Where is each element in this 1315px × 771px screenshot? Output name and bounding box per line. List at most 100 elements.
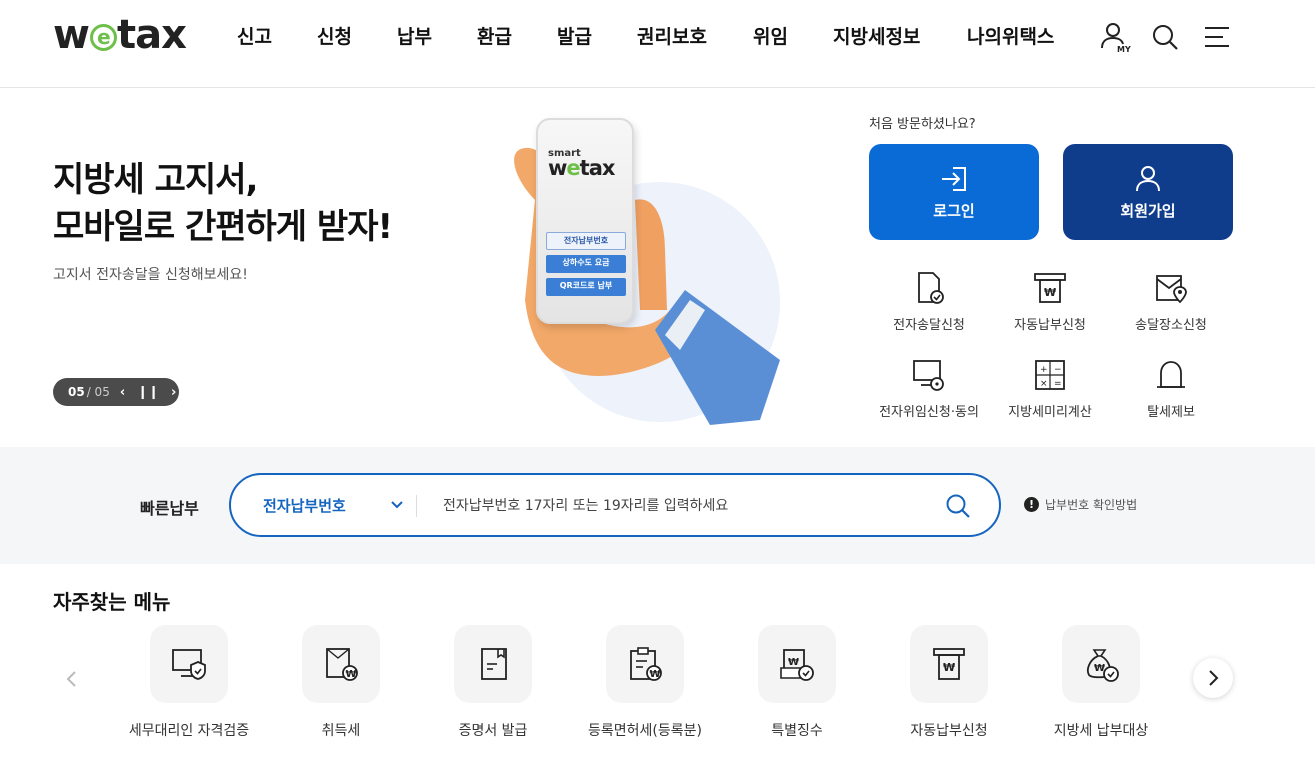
- fast-pay-label: 빠른납부: [140, 499, 199, 518]
- quick-label: 탈세제보: [1147, 405, 1195, 420]
- freq-special-collection[interactable]: ₩ 특별징수: [722, 625, 872, 740]
- login-icon: [942, 166, 966, 191]
- pager-pause-icon[interactable]: ❙❙: [137, 385, 159, 400]
- nav-item-issue[interactable]: 발급: [557, 22, 592, 49]
- quick-label: 자동납부신청: [1014, 318, 1086, 333]
- phone-brand-w: w: [548, 156, 567, 180]
- quick-electronic-delivery[interactable]: 전자송달신청: [869, 270, 989, 333]
- my-user-icon[interactable]: MY: [1099, 20, 1133, 58]
- phone-illustration: smart wetax 전자납부번호 상하수도 요금 QR코드로 납부: [536, 118, 634, 324]
- freq-label: 증명서 발급: [458, 723, 528, 739]
- chevron-left-icon: [66, 671, 76, 687]
- freq-label: 세무대리인 자격검증: [128, 723, 250, 739]
- phone-btn-water-fee: 상하수도 요금: [546, 255, 626, 273]
- freq-tax-agent-verify[interactable]: 세무대리인 자격검증: [114, 625, 264, 740]
- freq-icon-box: [150, 625, 228, 703]
- svg-text:₩: ₩: [346, 669, 357, 680]
- pay-type-select[interactable]: 전자납부번호: [263, 495, 346, 516]
- search-icon[interactable]: [1151, 23, 1179, 55]
- svg-text:₩: ₩: [650, 669, 661, 680]
- chevron-down-icon[interactable]: [389, 497, 405, 513]
- freq-icon-box: ₩: [758, 625, 836, 703]
- nav-item-report[interactable]: 신고: [237, 22, 272, 49]
- phone-brand-tax: tax: [579, 156, 616, 180]
- pager-prev-icon[interactable]: ‹: [120, 385, 125, 400]
- quick-electronic-delegation[interactable]: 전자위임신청·동의: [869, 357, 989, 420]
- nav-item-rights[interactable]: 권리보호: [637, 22, 707, 49]
- svg-text:+: +: [1040, 365, 1048, 375]
- nav-item-local-tax-info[interactable]: 지방세정보: [833, 22, 920, 49]
- quick-label: 지방세미리계산: [1008, 405, 1092, 420]
- payment-number-input[interactable]: [443, 491, 923, 521]
- freq-icon-box: [454, 625, 532, 703]
- carousel-next-button[interactable]: [1193, 658, 1233, 698]
- special-collection-icon: ₩: [780, 649, 814, 681]
- pager-total: / 05: [86, 385, 110, 399]
- freq-label: 특별징수: [771, 723, 823, 739]
- nav-item-refund[interactable]: 환급: [477, 22, 512, 49]
- money-bag-icon: ₩: [1086, 649, 1119, 682]
- carousel-prev-button[interactable]: [55, 662, 89, 696]
- login-label: 로그인: [933, 201, 975, 220]
- hero-title-line2: 모바일로 간편하게 받자!: [53, 207, 393, 247]
- freq-registration-tax[interactable]: ₩ 등록면허세(등록분): [570, 625, 720, 740]
- quick-auto-pay[interactable]: ₩ 자동납부신청: [990, 270, 1110, 333]
- person-icon: [1136, 165, 1160, 191]
- mail-location-icon: [1156, 275, 1187, 304]
- quick-tax-calculator[interactable]: + − × = 지방세미리계산: [990, 357, 1110, 420]
- nav-item-my-wetax[interactable]: 나의위택스: [967, 22, 1054, 49]
- freq-certificate-issue[interactable]: 증명서 발급: [418, 625, 568, 740]
- help-text: 납부번호 확인방법: [1045, 498, 1138, 512]
- hero-subtitle: 고지서 전자송달을 신청해보세요!: [53, 267, 248, 283]
- site-header: w e tax 신고 신청 납부 환급 발급 권리보호 위임 지방세정보 나의위택스…: [0, 0, 1315, 88]
- auto-pay-icon: ₩: [933, 648, 965, 680]
- pager-next-icon[interactable]: ›: [171, 385, 176, 400]
- svg-text:×: ×: [1040, 379, 1048, 389]
- nav-item-apply[interactable]: 신청: [317, 22, 352, 49]
- hero-title: 지방세 고지서, 모바일로 간편하게 받자!: [53, 157, 393, 251]
- banner-pager: 05 / 05 ‹ ❙❙ ›: [53, 378, 179, 406]
- phone-brand: wetax: [548, 156, 616, 180]
- signup-label: 회원가입: [1120, 201, 1176, 220]
- freq-label: 취득세: [321, 723, 361, 739]
- nav-item-payment[interactable]: 납부: [397, 22, 432, 49]
- quick-label: 전자송달신청: [893, 318, 965, 333]
- nav-item-delegation[interactable]: 위임: [753, 22, 788, 49]
- svg-text:=: =: [1054, 379, 1062, 389]
- freq-icon-box: ₩: [1062, 625, 1140, 703]
- monitor-shield-icon: [172, 649, 206, 680]
- document-check-icon: [918, 272, 944, 304]
- pager-current: 05: [68, 385, 85, 399]
- payment-number-help[interactable]: ! 납부번호 확인방법: [1024, 496, 1137, 513]
- login-button[interactable]: 로그인: [869, 144, 1039, 240]
- fast-pay-search-box: 전자납부번호: [229, 473, 1001, 537]
- freq-local-tax-targets[interactable]: ₩ 지방세 납부대상: [1026, 625, 1176, 740]
- frequent-menu-title: 자주찾는 메뉴: [53, 590, 171, 614]
- info-icon: !: [1024, 497, 1039, 512]
- freq-label: 등록면허세(등록분): [588, 723, 702, 739]
- signup-button[interactable]: 회원가입: [1063, 144, 1233, 240]
- phone-btn-qr-pay: QR코드로 납부: [546, 278, 626, 296]
- freq-label: 자동납부신청: [910, 723, 988, 739]
- menu-icon[interactable]: [1203, 25, 1231, 55]
- freq-icon-box: ₩: [302, 625, 380, 703]
- svg-text:₩: ₩: [1044, 286, 1056, 299]
- registration-tax-icon: ₩: [630, 647, 662, 681]
- freq-label: 지방세 납부대상: [1053, 723, 1149, 739]
- svg-text:−: −: [1054, 365, 1062, 375]
- freq-icon-box: ₩: [606, 625, 684, 703]
- certificate-icon: [481, 648, 507, 680]
- wetax-logo[interactable]: w e tax: [53, 12, 187, 58]
- first-visit-text: 처음 방문하셨나요?: [869, 117, 976, 132]
- freq-auto-pay[interactable]: ₩ 자동납부신청: [874, 625, 1024, 740]
- search-icon[interactable]: [945, 493, 971, 519]
- phone-btn-epay-number: 전자납부번호: [546, 232, 626, 250]
- freq-acquisition-tax[interactable]: ₩ 취득세: [266, 625, 416, 740]
- auto-pay-icon: ₩: [1034, 273, 1066, 303]
- chevron-right-icon: [1209, 670, 1219, 686]
- monitor-lock-icon: [913, 360, 944, 391]
- quick-tax-evasion-report[interactable]: 탈세제보: [1111, 357, 1231, 420]
- quick-delivery-location[interactable]: 송달장소신청: [1111, 270, 1231, 333]
- calculator-icon: + − × =: [1035, 360, 1065, 390]
- select-divider: [416, 495, 417, 517]
